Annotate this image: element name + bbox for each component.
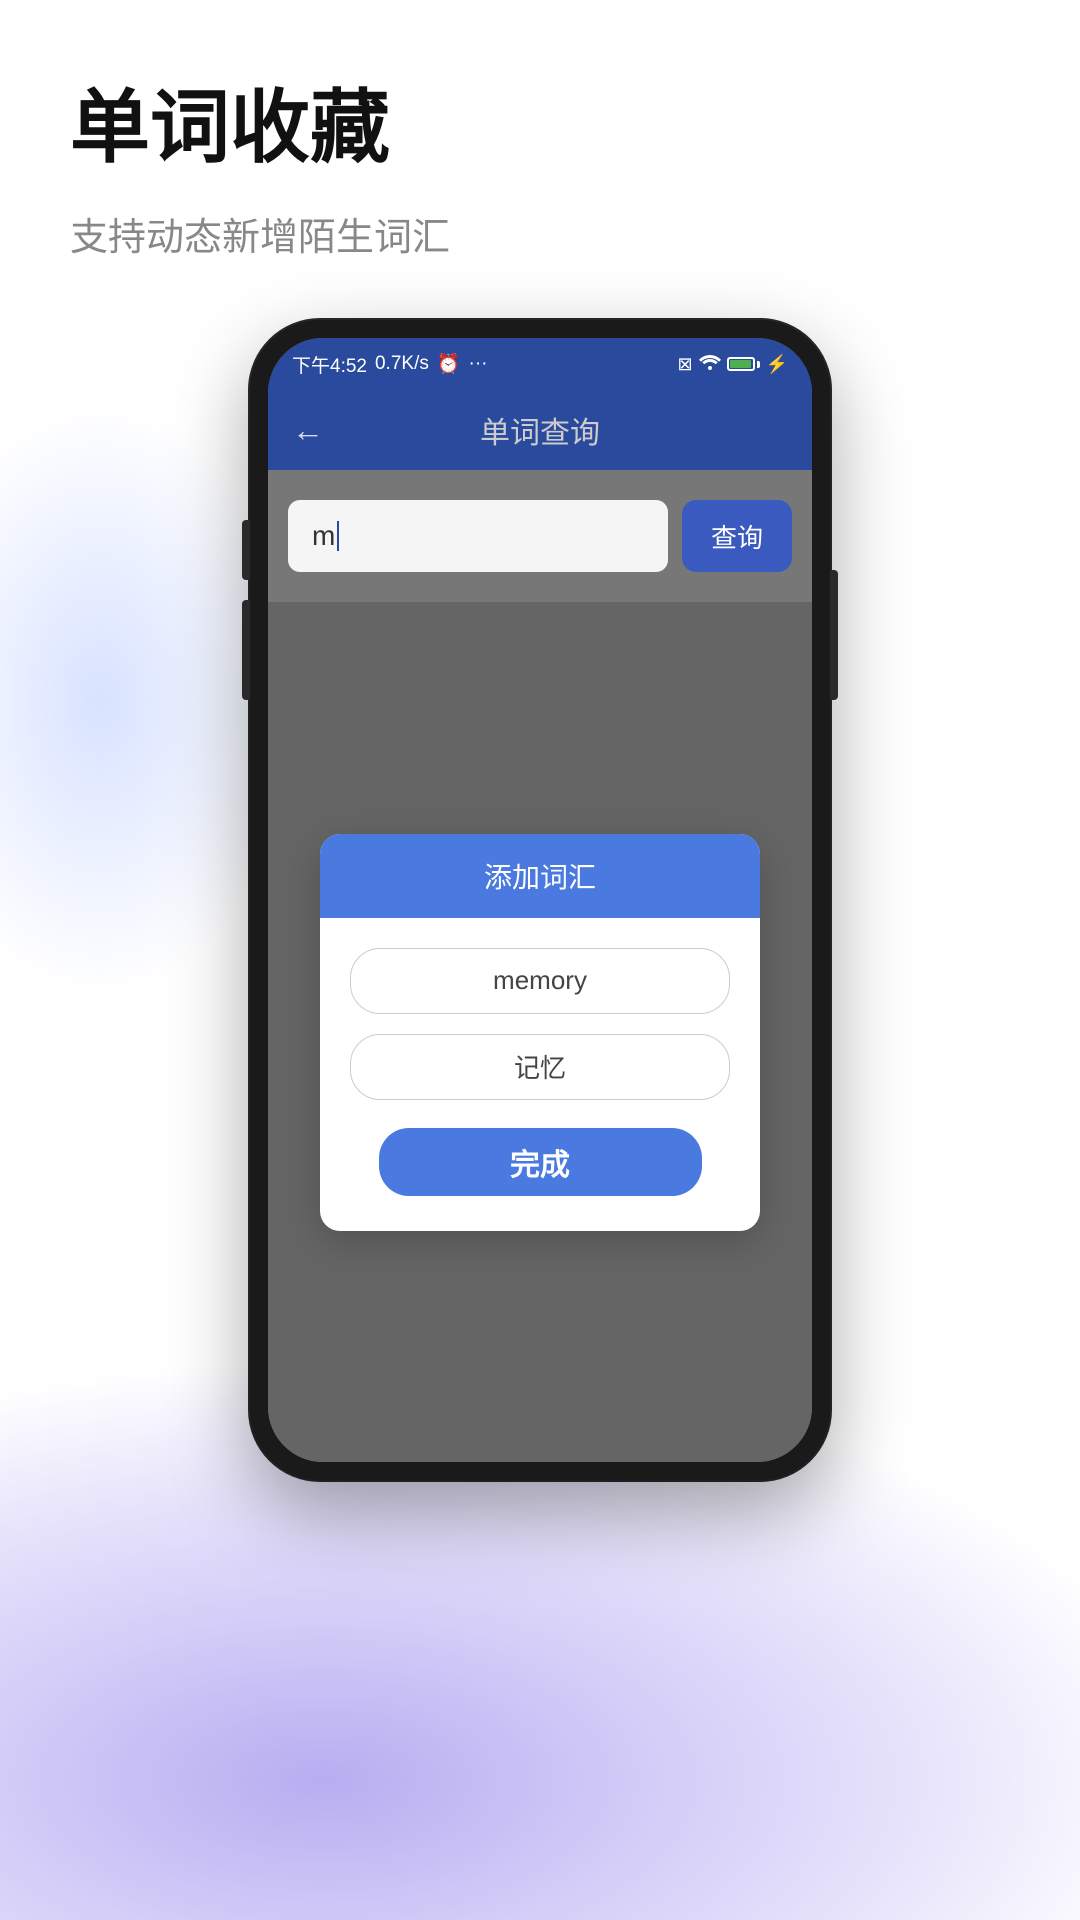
back-button[interactable]: ←	[292, 412, 324, 449]
close-icon: ⊠	[677, 354, 692, 375]
dialog-body: memory 记忆 完成	[320, 918, 760, 1231]
translation-input-field[interactable]: 记忆	[350, 1034, 730, 1100]
search-area: m 查询	[268, 470, 812, 602]
phone-button-left1	[242, 520, 250, 580]
search-input-value: m	[312, 520, 335, 552]
status-time: 下午4:52	[292, 351, 367, 378]
word-input-field[interactable]: memory	[350, 948, 730, 1014]
dialog-overlay: 添加词汇 memory 记忆 完成	[268, 602, 812, 1462]
header-title: 单词查询	[480, 408, 600, 452]
text-cursor	[337, 521, 339, 551]
status-speed: 0.7K/s	[375, 353, 429, 375]
page-subtitle: 支持动态新增陌生词汇	[70, 206, 1010, 261]
app-header: ← 单词查询	[268, 390, 812, 470]
phone-button-left2	[242, 600, 250, 700]
battery-icon	[727, 357, 760, 371]
phone-button-right	[830, 570, 838, 700]
dialog-title: 添加词汇	[320, 834, 760, 918]
screen-content: 下午4:52 0.7K/s ⏰ ··· ⊠	[268, 338, 812, 1462]
confirm-button[interactable]: 完成	[379, 1128, 702, 1196]
phone-frame: 下午4:52 0.7K/s ⏰ ··· ⊠	[250, 320, 830, 1480]
wifi-icon	[699, 354, 721, 375]
status-bar: 下午4:52 0.7K/s ⏰ ··· ⊠	[268, 338, 812, 390]
phone-screen: 下午4:52 0.7K/s ⏰ ··· ⊠	[268, 338, 812, 1462]
alarm-icon: ⏰	[437, 352, 461, 376]
charging-icon: ⚡	[766, 354, 788, 375]
search-input[interactable]: m	[288, 500, 668, 572]
search-button[interactable]: 查询	[682, 500, 792, 572]
phone-mockup: 下午4:52 0.7K/s ⏰ ··· ⊠	[250, 320, 830, 1480]
more-icon: ···	[469, 353, 488, 375]
main-content: 添加词汇 memory 记忆 完成	[268, 602, 812, 1462]
status-right: ⊠	[677, 354, 788, 375]
page-title: 单词收藏	[70, 80, 1010, 176]
status-left: 下午4:52 0.7K/s ⏰ ···	[292, 351, 488, 378]
dialog-box: 添加词汇 memory 记忆 完成	[320, 834, 760, 1231]
content-area: 单词收藏 支持动态新增陌生词汇	[0, 0, 1080, 261]
